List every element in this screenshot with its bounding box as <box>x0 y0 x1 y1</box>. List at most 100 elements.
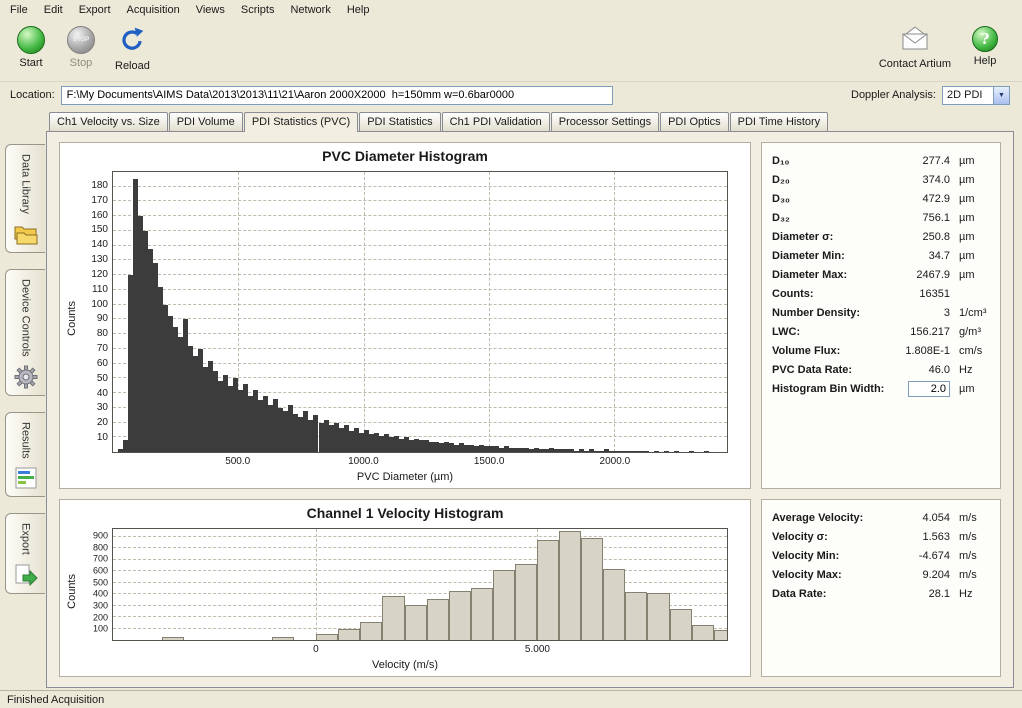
y-tick-label: 50 <box>97 374 108 384</box>
contact-artium-label: Contact Artium <box>879 58 951 70</box>
menu-item-views[interactable]: Views <box>188 1 233 19</box>
tab-pdi-time-history[interactable]: PDI Time History <box>730 112 829 131</box>
stat-value: 374.0 <box>888 174 950 186</box>
y-tick-label: 60 <box>97 359 108 369</box>
help-button[interactable]: ? Help <box>962 22 1008 71</box>
location-bar: Location: Doppler Analysis: 2D PDI ▼ <box>0 82 1022 110</box>
pvc-stats-panel: D₁₀277.4µmD₂₀374.0µmD₃₀472.9µmD₃₂756.1µm… <box>761 142 1001 489</box>
stat-value: 16351 <box>888 288 950 300</box>
content-area: Ch1 Velocity vs. SizePDI VolumePDI Stati… <box>46 112 1014 688</box>
stat-row: Velocity σ:1.563m/s <box>772 527 990 546</box>
sidebar-item-data-library[interactable]: Data Library <box>5 144 45 253</box>
location-label: Location: <box>10 89 55 101</box>
histogram-bar <box>515 564 537 640</box>
menu-item-acquisition[interactable]: Acquisition <box>119 1 188 19</box>
velocity-histogram-panel: Channel 1 Velocity Histogram Counts 1002… <box>59 499 751 677</box>
stat-unit: µm <box>950 193 990 205</box>
reload-button[interactable]: Reload <box>108 22 157 76</box>
toolbar: Start STOP Stop Reload <box>0 20 1022 82</box>
location-input[interactable] <box>61 86 613 105</box>
tab-pdi-statistics[interactable]: PDI Statistics <box>359 112 440 131</box>
stat-row: Diameter Max:2467.9µm <box>772 265 990 284</box>
stat-row: D₃₀472.9µm <box>772 189 990 208</box>
x-tick-label: 5.000 <box>525 644 550 655</box>
tab-bar: Ch1 Velocity vs. SizePDI VolumePDI Stati… <box>46 112 1014 131</box>
tab-pdi-optics[interactable]: PDI Optics <box>660 112 729 131</box>
stop-button[interactable]: STOP Stop <box>58 22 104 73</box>
gridline <box>113 547 727 548</box>
stat-row: Histogram Bin Width:µm <box>772 379 990 398</box>
stat-label: Histogram Bin Width: <box>772 383 888 395</box>
histogram-bin-width-input[interactable] <box>908 381 950 397</box>
stat-unit: cm/s <box>950 345 990 357</box>
gridline <box>113 582 727 583</box>
y-tick-label: 70 <box>97 344 108 354</box>
main-area: Data Library Device Controls Results Export… <box>0 110 1022 690</box>
stat-label: Velocity σ: <box>772 531 888 543</box>
stat-row: Average Velocity:4.054m/s <box>772 508 990 527</box>
doppler-analysis-value: 2D PDI <box>943 87 993 104</box>
app-window: FileEditExportAcquisitionViewsScriptsNet… <box>0 0 1022 708</box>
menu-item-help[interactable]: Help <box>339 1 378 19</box>
doppler-analysis-select[interactable]: 2D PDI ▼ <box>942 86 1010 105</box>
histogram-bar <box>427 599 449 640</box>
y-tick-label: 30 <box>97 403 108 413</box>
sidebar-item-export[interactable]: Export <box>5 513 45 594</box>
y-tick-label: 180 <box>91 181 108 191</box>
stat-row: Volume Flux:1.808E-1cm/s <box>772 341 990 360</box>
histogram-bar <box>405 605 427 640</box>
menu-item-export[interactable]: Export <box>71 1 119 19</box>
y-tick-label: 140 <box>91 240 108 250</box>
help-icon: ? <box>972 26 998 52</box>
stat-unit: m/s <box>950 550 990 562</box>
tab-processor-settings[interactable]: Processor Settings <box>551 112 659 131</box>
gridline <box>316 529 317 640</box>
tab-pdi-statistics-pvc[interactable]: PDI Statistics (PVC) <box>244 112 358 132</box>
bar-chart-icon <box>14 466 38 490</box>
tab-pdi-volume[interactable]: PDI Volume <box>169 112 243 131</box>
velocity-y-axis-label: Counts <box>66 574 80 609</box>
tab-ch1-velocity-vs-size[interactable]: Ch1 Velocity vs. Size <box>49 112 168 131</box>
sidebar: Data Library Device Controls Results Export <box>0 112 46 688</box>
stat-row: Velocity Min:-4.674m/s <box>772 546 990 565</box>
export-arrow-icon <box>14 563 38 587</box>
histogram-bar <box>692 625 714 640</box>
stat-label: Velocity Max: <box>772 569 888 581</box>
gridline <box>113 570 727 571</box>
gridline <box>113 304 727 305</box>
gridline <box>113 245 727 246</box>
menu-item-file[interactable]: File <box>2 1 36 19</box>
help-icon-glyph: ? <box>981 30 990 48</box>
stat-row: D₁₀277.4µm <box>772 151 990 170</box>
pvc-chart-title: PVC Diameter Histogram <box>66 148 744 166</box>
sidebar-item-device-controls[interactable]: Device Controls <box>5 269 45 396</box>
stat-label: Number Density: <box>772 307 888 319</box>
y-tick-label: 100 <box>91 300 108 310</box>
velocity-x-axis-label: Velocity (m/s) <box>66 659 744 674</box>
tab-page-pdi-statistics-pvc: PVC Diameter Histogram Counts 1020304050… <box>46 131 1014 688</box>
sidebar-item-label: Results <box>20 422 32 459</box>
menu-item-network[interactable]: Network <box>282 1 338 19</box>
sidebar-item-results[interactable]: Results <box>5 412 45 498</box>
contact-artium-button[interactable]: Contact Artium <box>872 22 958 74</box>
plot-area <box>112 528 728 641</box>
histogram-bar <box>644 451 649 452</box>
tab-ch1-pdi-validation[interactable]: Ch1 PDI Validation <box>442 112 550 131</box>
sidebar-item-label: Export <box>20 523 32 555</box>
menu-item-edit[interactable]: Edit <box>36 1 71 19</box>
histogram-bar <box>654 451 659 452</box>
start-button[interactable]: Start <box>8 22 54 73</box>
x-tick-label: 0 <box>313 644 319 655</box>
y-tick-label: 200 <box>93 613 108 622</box>
stat-value: 4.054 <box>888 512 950 524</box>
stat-value: 9.204 <box>888 569 950 581</box>
y-tick-label: 800 <box>93 543 108 552</box>
stat-label: Diameter Max: <box>772 269 888 281</box>
sidebar-item-label: Device Controls <box>20 279 32 357</box>
y-tick-label: 160 <box>91 211 108 221</box>
gridline <box>113 230 727 231</box>
pvc-x-axis-label: PVC Diameter (µm) <box>66 471 744 486</box>
y-tick-label: 500 <box>93 578 108 587</box>
stop-icon: STOP <box>67 26 95 54</box>
menu-item-scripts[interactable]: Scripts <box>233 1 283 19</box>
